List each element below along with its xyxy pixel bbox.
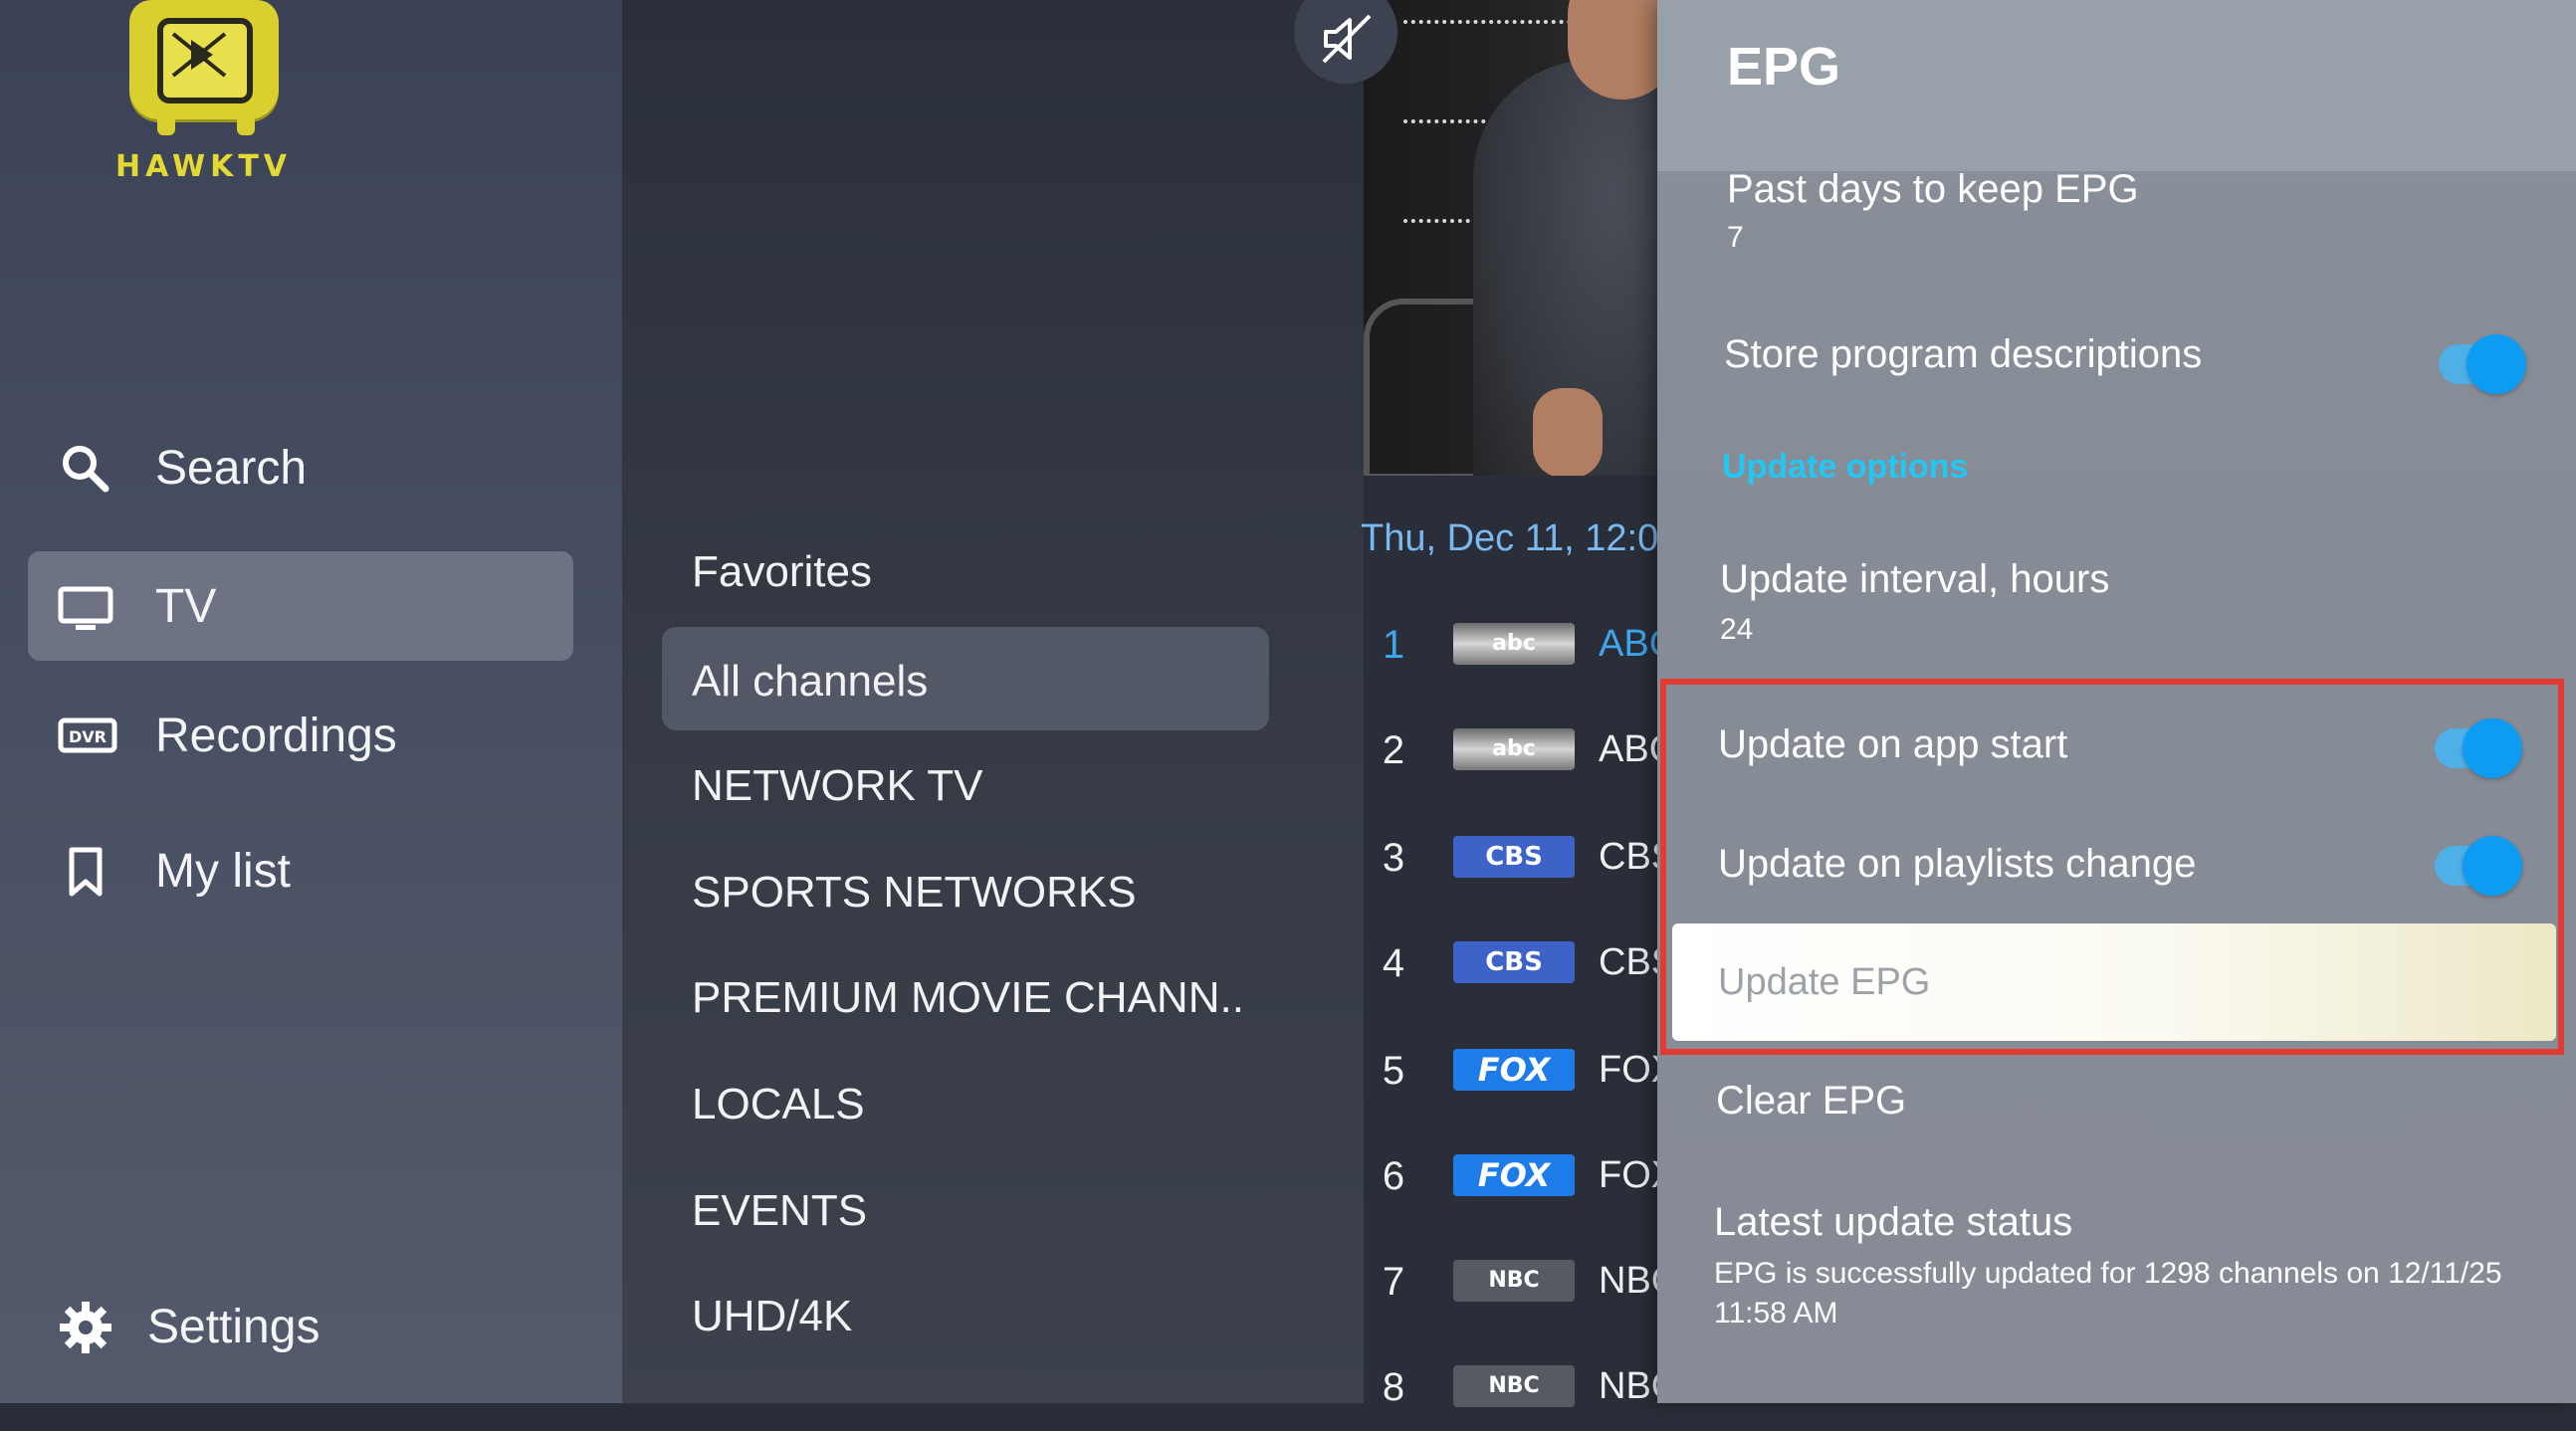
category-label: LOCALS (692, 1080, 865, 1128)
latest-update-status-label: Latest update status (1714, 1200, 2073, 1244)
channel-row[interactable]: 3 CBS CBS (1364, 822, 1676, 902)
channel-number: 2 (1382, 728, 1405, 772)
update-options-header: Update options (1722, 448, 1969, 486)
past-days-value: 7 (1727, 221, 1744, 254)
store-descriptions-toggle[interactable] (2439, 334, 2526, 394)
category-events[interactable]: EVENTS (662, 1156, 1269, 1260)
channel-row[interactable]: 2 abc ABC (1364, 715, 1676, 794)
epg-header: EPG (1657, 0, 2576, 171)
past-days-setting[interactable]: Past days to keep EPG (1727, 167, 2139, 212)
channel-number: 7 (1382, 1260, 1405, 1304)
category-sports-networks[interactable]: SPORTS NETWORKS (662, 838, 1269, 941)
play-icon (157, 18, 253, 103)
nbc-logo: NBC (1453, 1260, 1575, 1302)
sidebar-item-label: Settings (147, 1301, 321, 1353)
svg-text:DVR: DVR (69, 727, 107, 746)
channel-number: 4 (1382, 941, 1405, 985)
fox-logo: FOX (1453, 1049, 1575, 1091)
sidebar-item-label: My list (155, 845, 291, 898)
channel-row[interactable]: 1 abc ABC (1364, 609, 1676, 689)
cbs-logo: CBS (1453, 941, 1575, 983)
category-label: EVENTS (692, 1186, 868, 1235)
category-label: PREMIUM MOVIE CHANN.. (692, 973, 1244, 1022)
category-label: UHD/4K (692, 1292, 853, 1340)
category-label: Favorites (692, 547, 872, 596)
sidebar-item-recordings[interactable]: DVR Recordings (28, 681, 573, 790)
search-icon (58, 441, 113, 497)
update-interval-value: 24 (1720, 613, 1754, 646)
sidebar-item-search[interactable]: Search (28, 413, 573, 522)
category-favorites[interactable]: Favorites (662, 517, 1269, 621)
channel-number: 5 (1382, 1049, 1405, 1093)
dvr-icon: DVR (58, 709, 117, 764)
latest-update-status-text: EPG is successfully updated for 1298 cha… (1714, 1257, 2502, 1329)
nbc-logo: NBC (1453, 1365, 1575, 1407)
sidebar-item-label: Recordings (155, 710, 397, 762)
video-preview[interactable] (1364, 0, 1662, 476)
hawktv-logo: HAWKTV (109, 0, 289, 189)
clear-epg-button[interactable]: Clear EPG (1716, 1079, 1906, 1124)
mute-icon (1320, 12, 1374, 71)
cbs-logo: CBS (1453, 836, 1575, 878)
category-uhd-4k[interactable]: UHD/4K (662, 1262, 1269, 1365)
gear-icon (58, 1300, 113, 1355)
channel-number: 8 (1382, 1365, 1405, 1409)
abc-logo: abc (1453, 623, 1575, 665)
category-label: SPORTS NETWORKS (692, 868, 1137, 917)
bookmark-icon (58, 844, 113, 900)
brand-name: HAWKTV (115, 149, 292, 184)
fox-logo: FOX (1453, 1154, 1575, 1196)
category-all-channels[interactable]: All channels (662, 627, 1269, 730)
tv-icon (58, 579, 113, 635)
category-locals[interactable]: LOCALS (662, 1050, 1269, 1153)
category-premium-movie-channels[interactable]: PREMIUM MOVIE CHANN.. (662, 943, 1269, 1047)
update-interval-setting[interactable]: Update interval, hours (1720, 557, 2109, 602)
sidebar-item-label: Search (155, 442, 308, 495)
category-network-tv[interactable]: NETWORK TV (662, 731, 1269, 835)
sidebar-item-my-list[interactable]: My list (28, 816, 573, 925)
channel-number: 1 (1382, 623, 1405, 667)
channel-number: 6 (1382, 1154, 1405, 1198)
category-list: Favorites All channels NETWORK TV SPORTS… (622, 0, 1364, 1403)
channel-row[interactable]: 5 FOX FOX (1364, 1035, 1676, 1115)
page-title: EPG (1727, 37, 1841, 97)
abc-logo: abc (1453, 728, 1575, 770)
channel-row[interactable]: 7 NBC NBC (1364, 1246, 1678, 1326)
channel-number: 3 (1382, 836, 1405, 880)
category-label: NETWORK TV (692, 761, 983, 810)
sidebar-item-label: TV (155, 580, 217, 633)
highlight-annotation (1660, 679, 2564, 1055)
channel-row[interactable]: 8 NBC NBC (1364, 1351, 1678, 1431)
store-descriptions-setting[interactable]: Store program descriptions (1724, 332, 2202, 377)
guide-datetime: Thu, Dec 11, 12:00 (1361, 517, 1680, 559)
sidebar-item-tv[interactable]: TV (28, 551, 573, 661)
channel-row[interactable]: 4 CBS CBS (1364, 927, 1676, 1007)
sidebar-item-settings[interactable]: Settings (28, 1272, 573, 1381)
category-label: All channels (692, 657, 929, 706)
sidebar: HAWKTV Search TV DVR Recordings My list (0, 0, 622, 1403)
channel-row[interactable]: 6 FOX FOX (1364, 1140, 1676, 1220)
